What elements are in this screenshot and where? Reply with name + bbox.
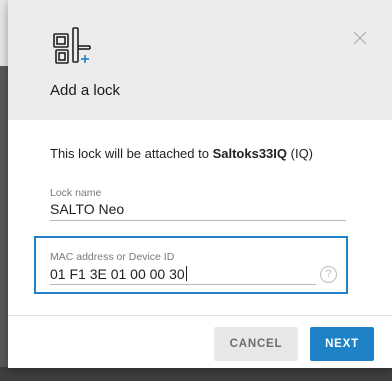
lock-name-underline	[50, 220, 346, 221]
mac-label: MAC address or Device ID	[50, 251, 175, 263]
text-caret	[185, 266, 187, 281]
lock-name-label: Lock name	[50, 187, 102, 199]
lock-name-input[interactable]: SALTO Neo	[50, 201, 124, 217]
info-prefix: This lock will be attached to	[50, 146, 213, 161]
close-icon[interactable]	[348, 26, 372, 50]
lock-add-icon	[53, 27, 91, 64]
help-icon[interactable]: ?	[320, 266, 337, 283]
dialog-header: Add a lock	[8, 0, 392, 120]
cancel-button[interactable]: CANCEL	[214, 327, 298, 361]
add-lock-dialog: Add a lock This lock will be attached to…	[8, 0, 392, 368]
info-suffix: (IQ)	[287, 146, 314, 161]
next-button[interactable]: NEXT	[310, 327, 374, 361]
mac-input-value: 01 F1 3E 01 00 00 30	[50, 266, 185, 282]
dialog-title: Add a lock	[50, 82, 121, 99]
mac-field-focus-ring	[34, 236, 348, 294]
mac-underline	[50, 284, 316, 285]
footer-divider	[8, 315, 392, 316]
mac-input[interactable]: 01 F1 3E 01 00 00 30	[50, 266, 187, 282]
attach-info-text: This lock will be attached to Saltoks33I…	[50, 146, 313, 161]
site-name: Saltoks33IQ	[212, 146, 288, 161]
background-bar	[0, 367, 392, 381]
